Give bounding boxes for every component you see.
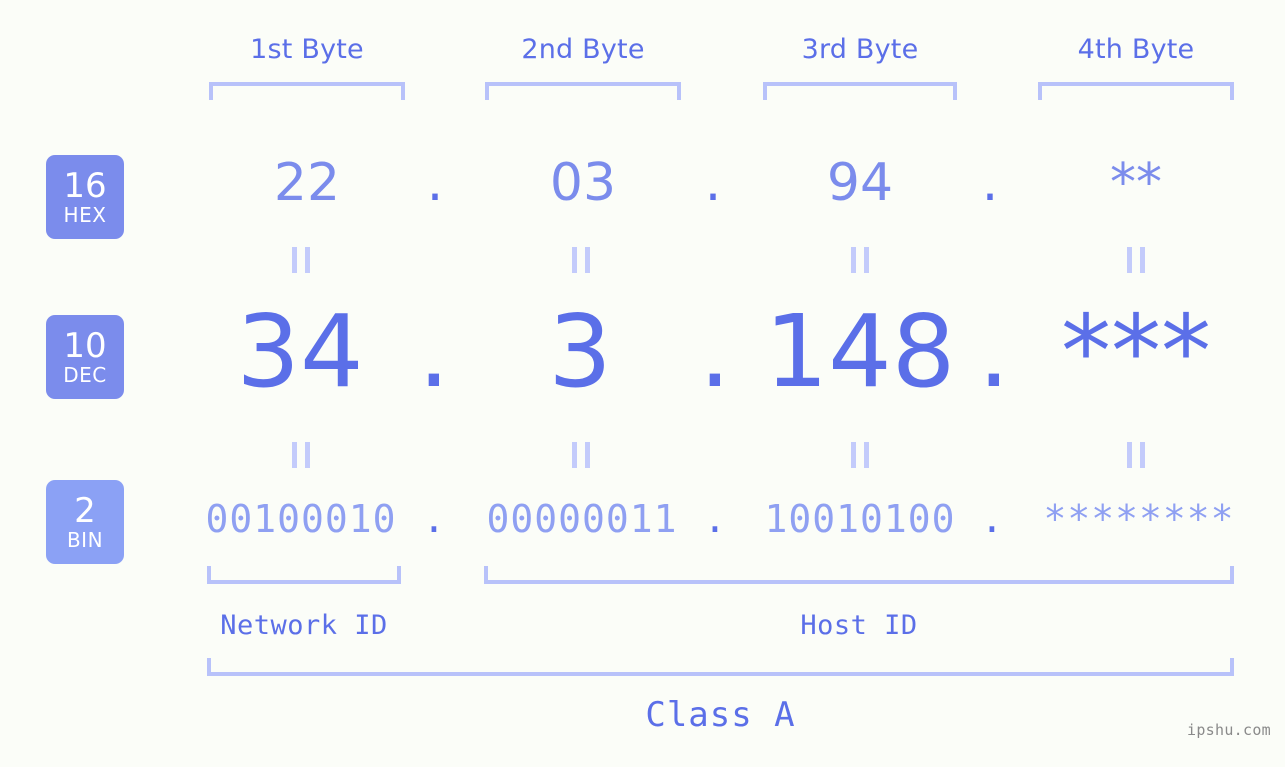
base-badge-bin: 2 BIN — [46, 480, 124, 564]
byte-header-3-label: 3rd Byte — [801, 34, 919, 65]
hex-byte-2: 03 — [549, 153, 617, 213]
base-badge-hex-number: 16 — [63, 166, 107, 206]
base-badge-bin-number: 2 — [74, 491, 96, 531]
byte-bracket-1 — [209, 82, 405, 100]
byte-bracket-2 — [485, 82, 681, 100]
dec-separator-3: . — [978, 293, 1010, 410]
dec-byte-1: 34 — [236, 293, 364, 410]
base-badge-hex: 16 HEX — [46, 155, 124, 239]
hex-separator-3: . — [981, 153, 999, 213]
byte-header-2: 2nd Byte — [485, 33, 681, 67]
site-watermark: ipshu.com — [1187, 721, 1271, 739]
dec-byte-4: *** — [1061, 293, 1211, 410]
equals-mark-dec-bin-4 — [1127, 442, 1145, 468]
dec-separator-2: . — [699, 293, 731, 410]
hex-byte-1: 22 — [273, 153, 341, 213]
byte-header-3: 3rd Byte — [763, 33, 957, 67]
bin-separator-3: . — [980, 497, 1004, 541]
hex-separator-1: . — [426, 153, 444, 213]
network-id-bracket — [207, 566, 401, 584]
host-id-bracket — [484, 566, 1234, 584]
byte-bracket-4 — [1038, 82, 1234, 100]
bin-byte-2: 00000011 — [486, 497, 678, 541]
byte-bracket-3 — [763, 82, 957, 100]
byte-header-2-label: 2nd Byte — [521, 34, 645, 65]
equals-mark-hex-dec-1 — [292, 247, 310, 273]
host-id-label: Host ID — [800, 610, 918, 641]
base-badge-hex-name: HEX — [63, 203, 107, 227]
byte-header-4-label: 4th Byte — [1077, 34, 1195, 65]
byte-header-1: 1st Byte — [209, 33, 405, 67]
equals-mark-hex-dec-4 — [1127, 247, 1145, 273]
dec-byte-2: 3 — [548, 293, 612, 410]
hex-byte-4: ** — [1110, 153, 1162, 213]
equals-mark-dec-bin-3 — [851, 442, 869, 468]
base-badge-dec-number: 10 — [63, 326, 107, 366]
equals-mark-dec-bin-2 — [572, 442, 590, 468]
bin-byte-3: 10010100 — [764, 497, 956, 541]
dec-byte-3: 148 — [764, 293, 956, 410]
hex-byte-3: 94 — [826, 153, 894, 213]
bin-byte-4: ******** — [1043, 497, 1235, 541]
equals-mark-hex-dec-2 — [572, 247, 590, 273]
base-badge-dec: 10 DEC — [46, 315, 124, 399]
byte-header-4: 4th Byte — [1038, 33, 1234, 67]
base-badge-bin-name: BIN — [66, 528, 104, 552]
class-bracket — [207, 658, 1234, 676]
dec-separator-1: . — [418, 293, 450, 410]
class-label: Class A — [645, 695, 796, 735]
byte-header-1-label: 1st Byte — [250, 34, 364, 65]
equals-mark-dec-bin-1 — [292, 442, 310, 468]
bin-separator-1: . — [422, 497, 446, 541]
bin-separator-2: . — [703, 497, 727, 541]
base-badge-dec-name: DEC — [63, 363, 107, 387]
hex-separator-2: . — [704, 153, 722, 213]
network-id-label: Network ID — [220, 610, 388, 641]
bin-byte-1: 00100010 — [205, 497, 397, 541]
ip-address-breakdown-diagram: 1st Byte 2nd Byte 3rd Byte 4th Byte 16 H… — [0, 0, 1285, 767]
equals-mark-hex-dec-3 — [851, 247, 869, 273]
